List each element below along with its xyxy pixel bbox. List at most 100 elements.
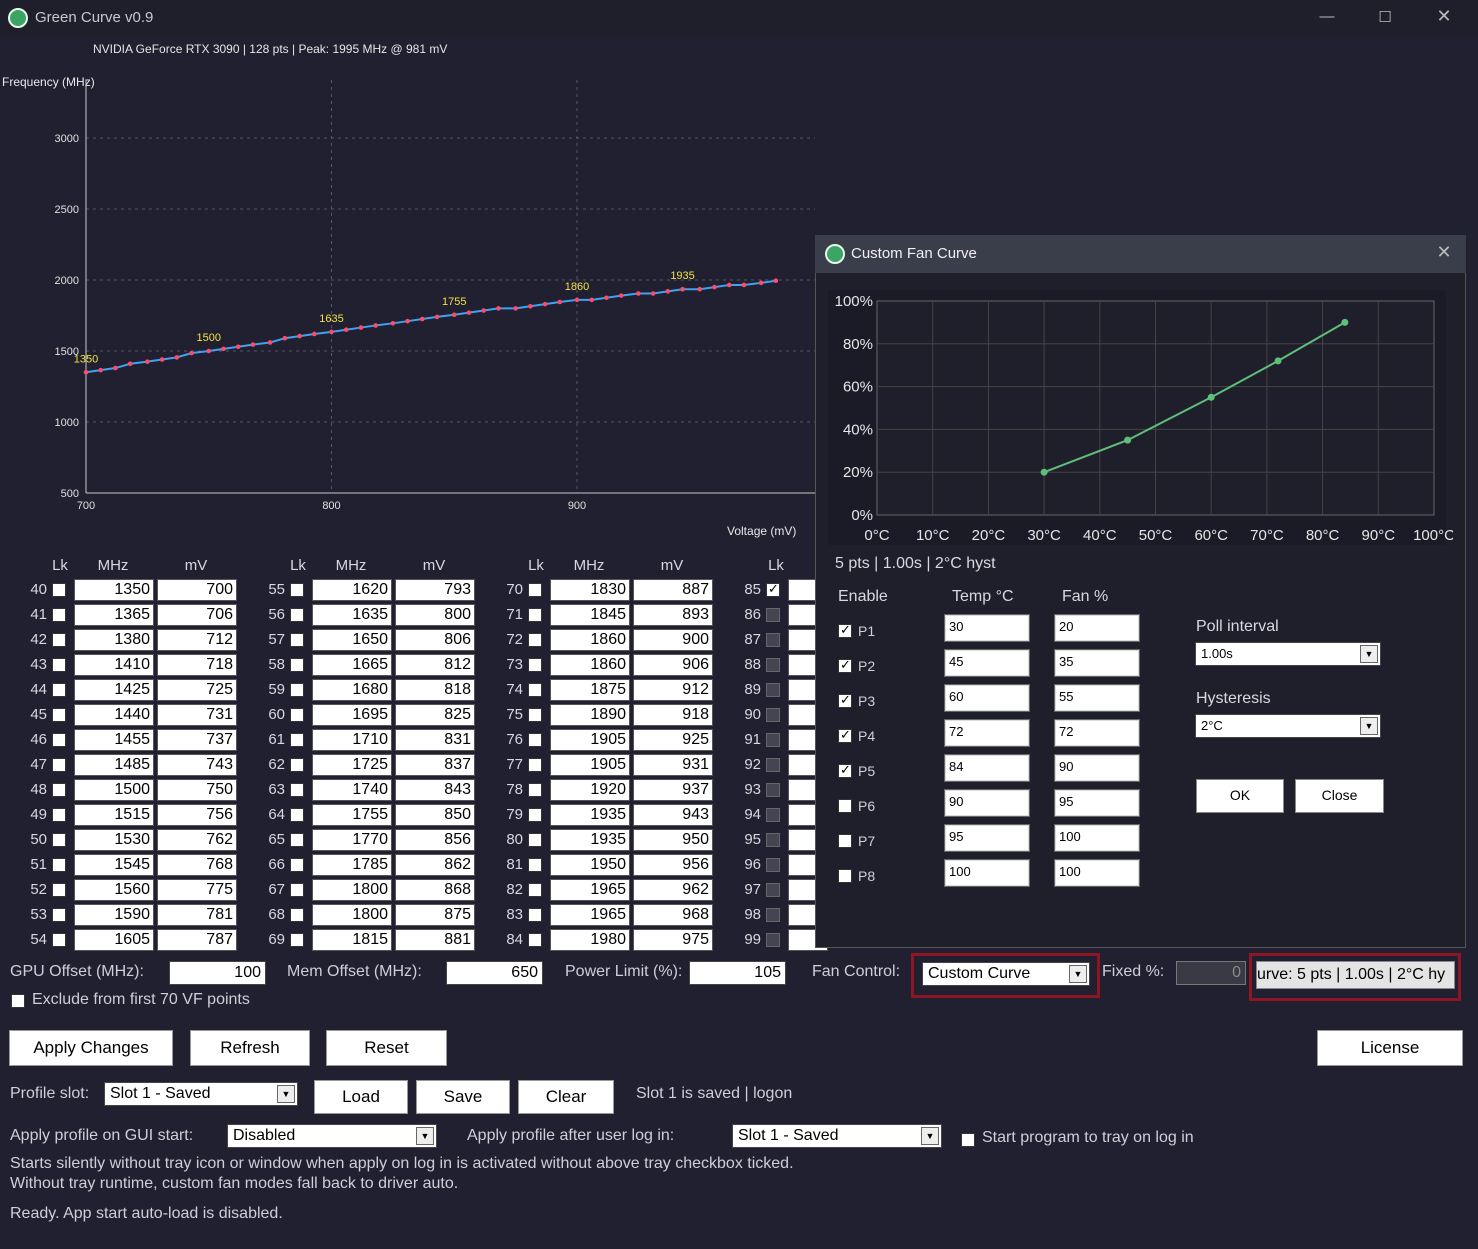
lock-checkbox[interactable] (290, 708, 304, 722)
lock-checkbox[interactable] (528, 833, 542, 847)
tray-checkbox[interactable] (961, 1133, 975, 1147)
lock-checkbox[interactable] (528, 808, 542, 822)
poll-interval-dropdown[interactable]: 1.00s ▼ (1195, 642, 1381, 666)
mv-cell[interactable]: 775 (157, 879, 237, 901)
mv-cell[interactable]: 806 (395, 629, 475, 651)
close-icon[interactable]: ✕ (1424, 6, 1464, 27)
mv-cell[interactable]: 781 (157, 904, 237, 926)
mhz-cell[interactable]: 1590 (74, 904, 154, 926)
lock-checkbox[interactable] (528, 933, 542, 947)
mv-cell[interactable]: 893 (633, 604, 713, 626)
mhz-cell[interactable]: 1950 (550, 854, 630, 876)
lock-checkbox[interactable] (52, 808, 66, 822)
point-enable-checkbox[interactable] (838, 762, 852, 778)
lock-checkbox[interactable] (52, 783, 66, 797)
lock-checkbox[interactable] (528, 708, 542, 722)
mv-cell[interactable]: 918 (633, 704, 713, 726)
lock-checkbox[interactable] (290, 808, 304, 822)
mv-cell[interactable]: 787 (157, 929, 237, 951)
hysteresis-dropdown[interactable]: 2°C ▼ (1195, 714, 1381, 738)
lock-checkbox[interactable] (290, 608, 304, 622)
mhz-cell[interactable]: 1650 (312, 629, 392, 651)
mhz-cell[interactable]: 1860 (550, 629, 630, 651)
lock-checkbox[interactable] (528, 758, 542, 772)
power-limit-input[interactable]: 105 (689, 961, 786, 985)
mv-cell[interactable]: 837 (395, 754, 475, 776)
fan-control-dropdown[interactable]: Custom Curve ▼ (922, 962, 1090, 986)
mhz-cell[interactable]: 1455 (74, 729, 154, 751)
mhz-cell[interactable]: 1710 (312, 729, 392, 751)
point-fan-input[interactable]: 100 (1054, 859, 1140, 887)
load-button[interactable]: Load (314, 1080, 408, 1114)
lock-checkbox[interactable] (52, 733, 66, 747)
mv-cell[interactable]: 968 (633, 904, 713, 926)
mhz-cell[interactable]: 1530 (74, 829, 154, 851)
lock-checkbox[interactable] (290, 733, 304, 747)
mv-cell[interactable]: 937 (633, 779, 713, 801)
mhz-cell[interactable]: 1845 (550, 604, 630, 626)
profile-slot-dropdown[interactable]: Slot 1 - Saved ▼ (104, 1082, 298, 1106)
mhz-cell[interactable]: 1980 (550, 929, 630, 951)
point-enable-checkbox[interactable] (838, 657, 852, 673)
clear-button[interactable]: Clear (518, 1080, 614, 1114)
mhz-cell[interactable]: 1935 (550, 829, 630, 851)
lock-checkbox[interactable] (290, 658, 304, 672)
lock-checkbox[interactable] (52, 633, 66, 647)
point-temp-input[interactable]: 90 (944, 789, 1030, 817)
mhz-cell[interactable]: 1350 (74, 579, 154, 601)
mv-cell[interactable]: 950 (633, 829, 713, 851)
lock-checkbox[interactable] (766, 581, 780, 597)
mhz-cell[interactable]: 1905 (550, 754, 630, 776)
point-enable-checkbox[interactable] (838, 834, 852, 848)
mhz-cell[interactable]: 1485 (74, 754, 154, 776)
lock-checkbox[interactable] (528, 683, 542, 697)
point-temp-input[interactable]: 60 (944, 684, 1030, 712)
mhz-cell[interactable]: 1890 (550, 704, 630, 726)
point-fan-input[interactable]: 90 (1054, 754, 1140, 782)
mv-cell[interactable]: 750 (157, 779, 237, 801)
mhz-cell[interactable]: 1680 (312, 679, 392, 701)
lock-checkbox[interactable] (766, 683, 780, 697)
point-enable-checkbox[interactable] (838, 799, 852, 813)
point-enable-checkbox[interactable] (838, 869, 852, 883)
minimize-icon[interactable]: — (1307, 8, 1347, 25)
point-temp-input[interactable]: 45 (944, 649, 1030, 677)
mv-cell[interactable]: 943 (633, 804, 713, 826)
lock-checkbox[interactable] (766, 933, 780, 947)
mhz-cell[interactable]: 1500 (74, 779, 154, 801)
point-fan-input[interactable]: 55 (1054, 684, 1140, 712)
mhz-cell[interactable]: 1725 (312, 754, 392, 776)
lock-checkbox[interactable] (290, 908, 304, 922)
mv-cell[interactable]: 743 (157, 754, 237, 776)
close-button[interactable]: Close (1295, 779, 1384, 813)
point-fan-input[interactable]: 35 (1054, 649, 1140, 677)
lock-checkbox[interactable] (290, 858, 304, 872)
gpu-offset-input[interactable]: 100 (169, 961, 266, 985)
mhz-cell[interactable]: 1935 (550, 804, 630, 826)
mhz-cell[interactable]: 1695 (312, 704, 392, 726)
mv-cell[interactable]: 975 (633, 929, 713, 951)
lock-checkbox[interactable] (528, 658, 542, 672)
save-button[interactable]: Save (416, 1080, 510, 1114)
mhz-cell[interactable]: 1425 (74, 679, 154, 701)
mhz-cell[interactable]: 1440 (74, 704, 154, 726)
point-enable-checkbox[interactable] (838, 622, 852, 638)
point-fan-input[interactable]: 20 (1054, 614, 1140, 642)
mv-cell[interactable]: 718 (157, 654, 237, 676)
lock-checkbox[interactable] (766, 608, 780, 622)
mv-cell[interactable]: 931 (633, 754, 713, 776)
mhz-cell[interactable]: 1365 (74, 604, 154, 626)
exclude-checkbox[interactable] (11, 994, 25, 1008)
mv-cell[interactable]: 856 (395, 829, 475, 851)
refresh-button[interactable]: Refresh (190, 1030, 310, 1066)
mv-cell[interactable]: 843 (395, 779, 475, 801)
mhz-cell[interactable]: 1875 (550, 679, 630, 701)
lock-checkbox[interactable] (52, 933, 66, 947)
point-temp-input[interactable]: 84 (944, 754, 1030, 782)
mhz-cell[interactable]: 1665 (312, 654, 392, 676)
mv-cell[interactable]: 825 (395, 704, 475, 726)
mv-cell[interactable]: 725 (157, 679, 237, 701)
apply-gui-dropdown[interactable]: Disabled ▼ (227, 1124, 437, 1148)
mv-cell[interactable]: 812 (395, 654, 475, 676)
mv-cell[interactable]: 706 (157, 604, 237, 626)
